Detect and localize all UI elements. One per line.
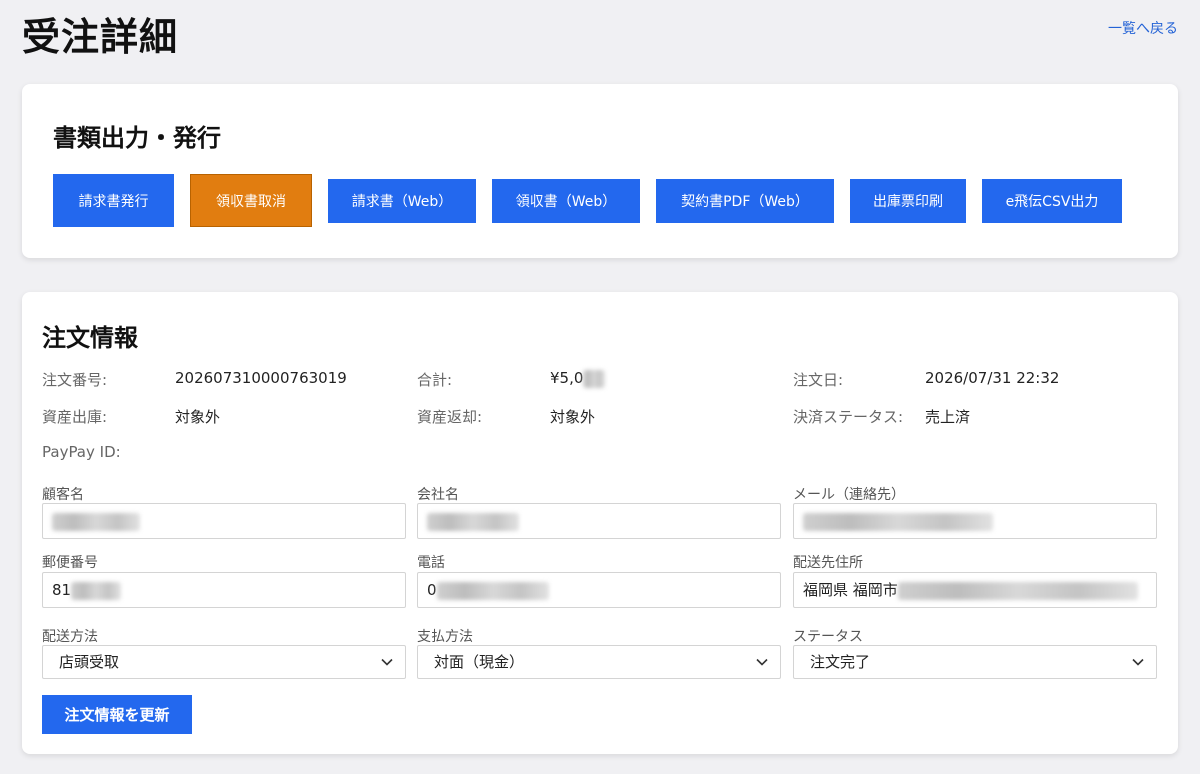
invoice-web-button[interactable]: 請求書（Web） [328,179,476,223]
paypay-id-label: PayPay ID: [42,443,121,461]
payment-method-value: 対面（現金） [434,653,525,671]
shipping-method-label: 配送方法 [42,629,98,645]
postal-code-field[interactable]: 81 [42,572,406,608]
status-select[interactable]: 注文完了 [793,645,1157,679]
chevron-down-icon [381,658,393,666]
update-order-button[interactable]: 注文情報を更新 [42,695,192,734]
order-number-label: 注文番号: [42,371,108,389]
asset-out-label: 資産出庫: [42,408,108,426]
back-to-list-link[interactable]: 一覧へ戻る [1108,18,1178,38]
address-field[interactable]: 福岡県 福岡市 [793,572,1157,608]
order-date-value: 2026/07/31 22:32 [925,369,1060,387]
order-section-title: 注文情報 [42,324,138,352]
order-info-card: 注文情報 注文番号: 202607310000763019 合計: ¥5,0 注… [22,292,1178,754]
company-name-label: 会社名 [417,487,459,503]
payment-status-label: 決済ステータス: [793,408,904,426]
customer-name-field[interactable] [42,503,406,539]
documents-card: 書類出力・発行 請求書発行 領収書取消 請求書（Web） 領収書（Web） 契約… [22,84,1178,258]
order-number-value: 202607310000763019 [175,369,347,387]
total-value: ¥5,0 [550,369,606,388]
ehiden-csv-export-button[interactable]: e飛伝CSV出力 [982,179,1122,223]
cancel-receipt-button[interactable]: 領収書取消 [190,174,312,227]
chevron-down-icon [1132,658,1144,666]
postal-code-label: 郵便番号 [42,555,98,571]
status-label: ステータス [793,629,863,645]
print-shipping-slip-button[interactable]: 出庫票印刷 [850,179,966,223]
payment-method-select[interactable]: 対面（現金） [417,645,781,679]
chevron-down-icon [756,658,768,666]
contract-pdf-web-button[interactable]: 契約書PDF（Web） [656,179,834,223]
asset-return-value: 対象外 [550,408,596,426]
page-header: 受注詳細 一覧へ戻る [0,0,1200,70]
company-name-field[interactable] [417,503,781,539]
payment-status-value: 売上済 [925,408,971,426]
total-label: 合計: [417,371,453,389]
issue-invoice-button[interactable]: 請求書発行 [53,174,174,227]
customer-name-label: 顧客名 [42,487,84,503]
shipping-method-select[interactable]: 店頭受取 [42,645,406,679]
phone-label: 電話 [417,555,445,571]
order-date-label: 注文日: [793,371,844,389]
email-label: メール（連絡先） [793,487,905,503]
address-label: 配送先住所 [793,555,863,571]
email-field[interactable] [793,503,1157,539]
status-value: 注文完了 [810,653,871,671]
asset-out-value: 対象外 [175,408,221,426]
shipping-method-value: 店頭受取 [59,653,120,671]
payment-method-label: 支払方法 [417,629,473,645]
documents-section-title: 書類出力・発行 [53,124,221,152]
asset-return-label: 資産返却: [417,408,483,426]
phone-field[interactable]: 0 [417,572,781,608]
page-title: 受注詳細 [22,15,179,59]
receipt-web-button[interactable]: 領収書（Web） [492,179,640,223]
